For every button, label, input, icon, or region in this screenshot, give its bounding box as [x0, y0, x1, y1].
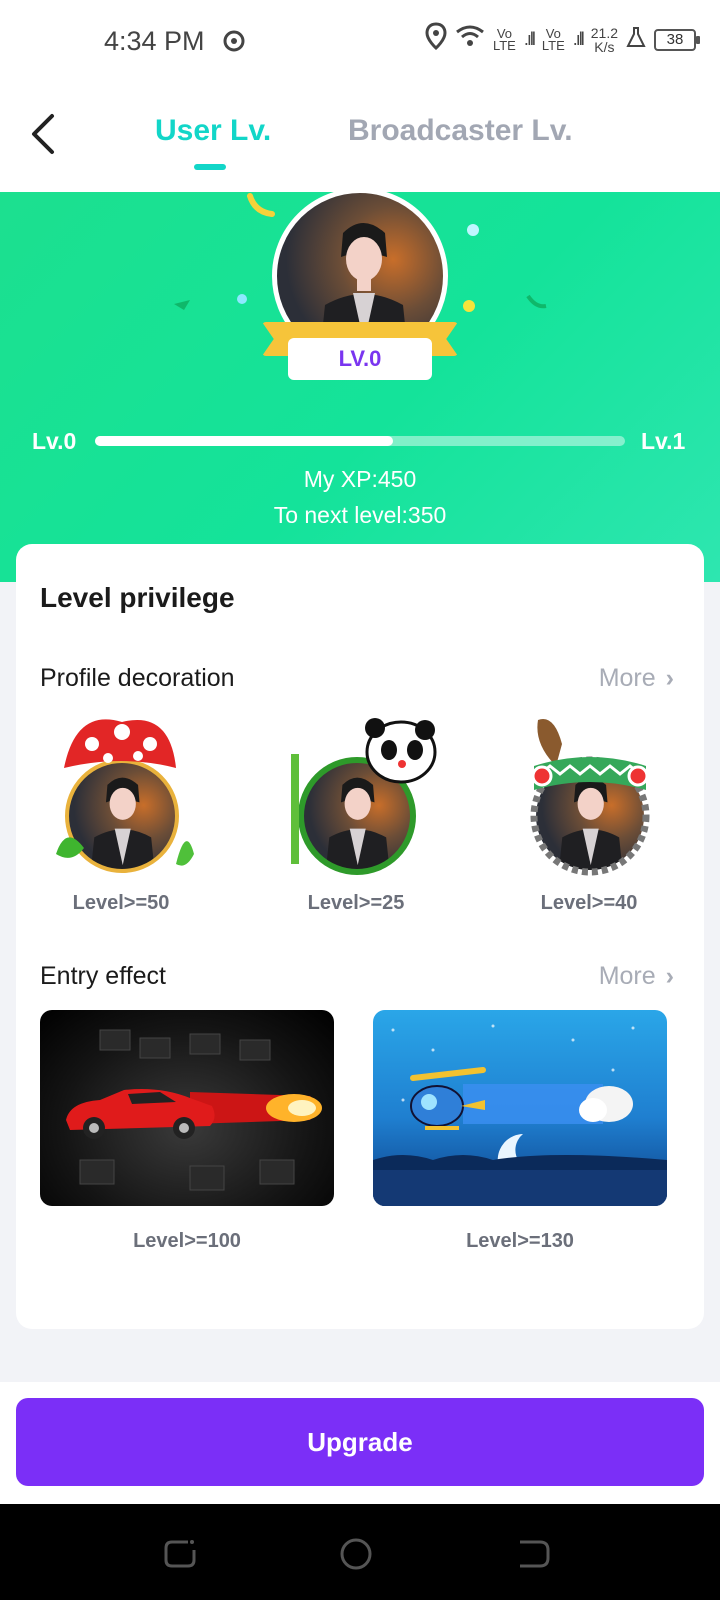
back-nav-button[interactable]: [516, 1536, 552, 1572]
entry-effect-more-link[interactable]: More ›: [599, 962, 674, 991]
my-xp-text: My XP:450: [303, 466, 417, 492]
level-privilege-card: Level privilege Profile decoration More ›…: [16, 544, 704, 1329]
panda-bamboo-frame-icon: [291, 718, 437, 875]
back-button[interactable]: [28, 112, 68, 162]
more-label: More: [598, 664, 656, 692]
level-privilege-title: Level privilege: [40, 582, 235, 613]
upgrade-bar: Upgrade: [0, 1382, 720, 1504]
helicopter-moon-icon: [373, 1024, 667, 1206]
active-tab-indicator: [194, 164, 226, 170]
entry-effect-item-car[interactable]: Level>=100: [40, 1010, 334, 1252]
level-header: User Lv. Broadcaster Lv.: [0, 82, 720, 192]
system-nav-bar: [0, 1504, 720, 1600]
chevron-right-icon: ›: [665, 962, 674, 990]
more-label: More: [598, 962, 656, 990]
home-icon: [340, 1538, 372, 1570]
recent-apps-button[interactable]: [162, 1536, 198, 1572]
signal-2-icon: .ıll: [572, 29, 585, 49]
back-nav-icon: [520, 1540, 550, 1568]
status-bar: 4:34 PM Vo LTE .ıll Vo LTE .ıll 21.2 K/s 38: [0, 0, 720, 82]
entry-effect-level-label: Level>=100: [133, 1230, 241, 1252]
tab-user-level[interactable]: User Lv.: [155, 114, 271, 148]
upgrade-button[interactable]: Upgrade: [16, 1398, 704, 1486]
decoration-item-frog[interactable]: Level>=40: [504, 714, 674, 914]
status-icons: Vo LTE .ıll Vo LTE .ıll 21.2 K/s 38: [425, 22, 700, 57]
volte-2-label: Vo LTE: [541, 25, 565, 53]
decoration-level-label: Level>=25: [307, 892, 405, 914]
xp-progress-bar: [95, 436, 625, 446]
level-badge: LV.0: [288, 338, 432, 380]
entry-effect-level-label: Level>=130: [466, 1230, 574, 1252]
tab-broadcaster-level[interactable]: Broadcaster Lv.: [348, 114, 573, 148]
entry-effect-thumbnail: [40, 1010, 334, 1206]
entry-effect-thumbnail: [373, 1010, 667, 1206]
entry-effect-item-helicopter[interactable]: Level>=130: [373, 1010, 667, 1252]
wifi-icon: [455, 24, 485, 55]
chevron-left-icon: [32, 114, 54, 154]
network-speed: 21.2 K/s: [590, 24, 618, 55]
home-button[interactable]: [338, 1536, 374, 1572]
profile-decoration-title: Profile decoration: [40, 664, 235, 692]
flask-icon: [626, 24, 646, 55]
location-icon: [221, 28, 247, 61]
decoration-level-label: Level>=50: [72, 892, 170, 914]
decoration-level-label: Level>=40: [540, 892, 638, 914]
status-time: 4:34 PM: [104, 26, 205, 56]
decoration-item-mushroom[interactable]: Level>=50: [36, 714, 206, 914]
next-level-label: Lv.1: [641, 428, 686, 454]
red-sports-car-icon: [66, 1029, 322, 1191]
recent-apps-icon: [164, 1540, 196, 1568]
to-next-level-text: To next level:350: [273, 502, 447, 528]
volte-1-label: Vo LTE: [492, 25, 516, 53]
decoration-item-panda[interactable]: Level>=25: [271, 714, 441, 914]
mushroom-frame-icon: [56, 719, 194, 873]
signal-1-icon: .ıll: [523, 29, 536, 49]
location-pin-icon: [425, 22, 447, 57]
frog-feather-frame-icon: [530, 719, 650, 876]
level-hero: LV.0 Lv.0 Lv.1 My XP:450 To next level:3…: [0, 192, 720, 582]
entry-effect-title: Entry effect: [40, 962, 166, 990]
profile-decoration-more-link[interactable]: More ›: [599, 664, 674, 693]
current-level-label: Lv.0: [32, 428, 77, 454]
battery-icon: 38: [654, 28, 700, 51]
chevron-right-icon: ›: [665, 664, 674, 692]
xp-progress-fill: [95, 436, 394, 446]
